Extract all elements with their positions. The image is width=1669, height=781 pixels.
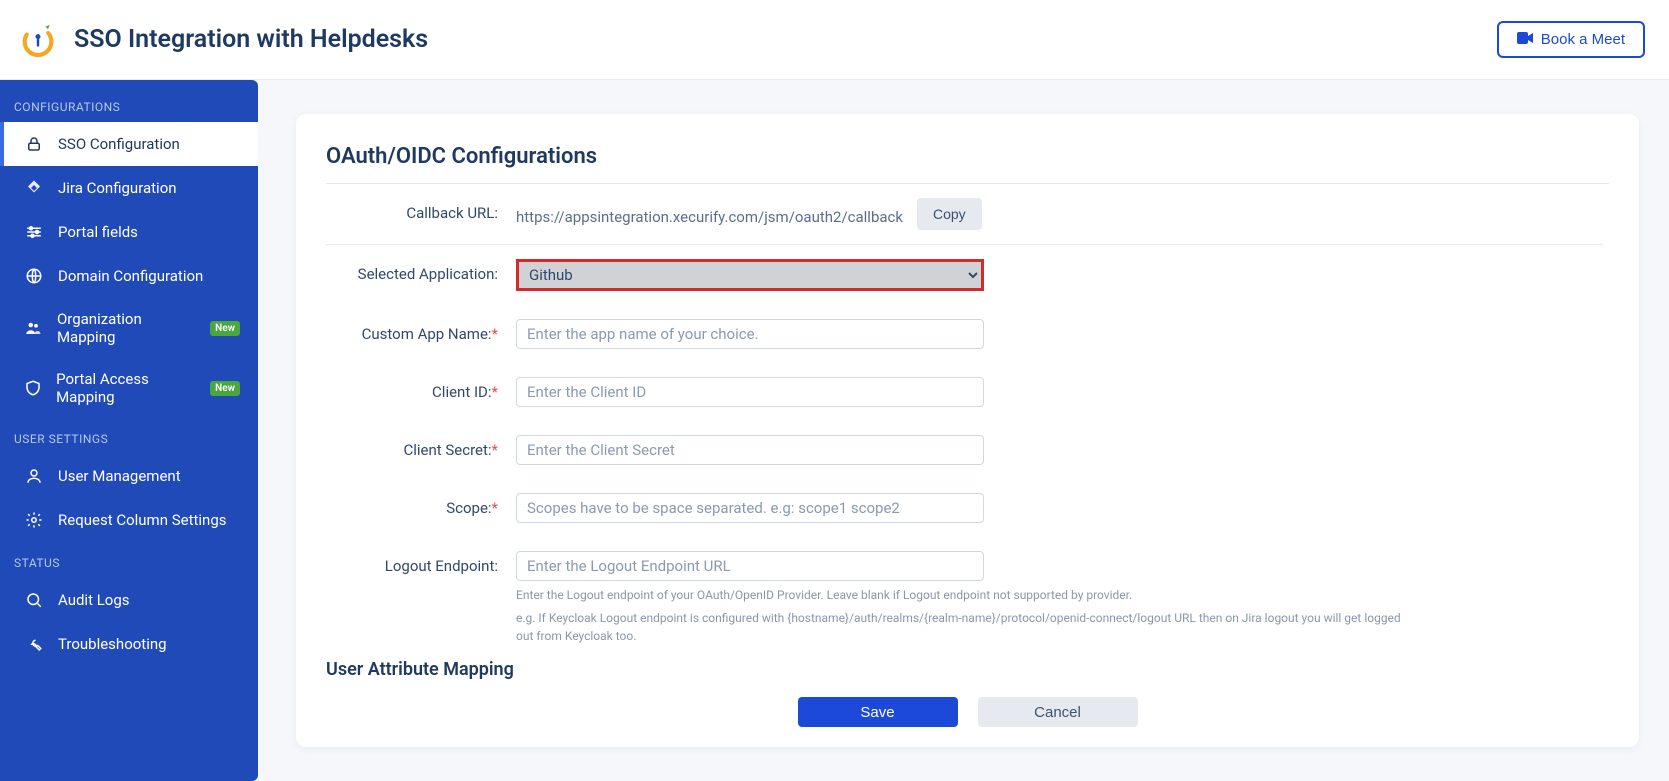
scope-label: Scope:* [326,493,516,517]
client-secret-label-text: Client Secret: [403,441,491,459]
client-secret-input[interactable] [516,435,984,465]
sidebar-item-label: SSO Configuration [58,135,180,153]
topbar: SSO Integration with Helpdesks Book a Me… [0,0,1669,80]
video-icon [1517,31,1533,48]
custom-name-label-text: Custom App Name: [362,325,492,343]
row-custom-name: Custom App Name:* [326,305,1603,363]
scope-input[interactable] [516,493,984,523]
book-meet-button[interactable]: Book a Meet [1497,21,1645,58]
sliders-icon [24,222,44,242]
section-configurations: CONFIGURATIONS [0,86,258,122]
row-callback: Callback URL: https://appsintegration.xe… [326,184,1603,245]
sidebar-item-label: User Management [58,467,181,485]
sidebar-item-org-mapping[interactable]: Organization Mapping New [0,298,258,358]
form-scroll[interactable]: Callback URL: https://appsintegration.xe… [326,184,1609,685]
sidebar-item-user-management[interactable]: User Management [0,454,258,498]
row-scope: Scope:* [326,479,1603,537]
sidebar: CONFIGURATIONS SSO Configuration Jira Co… [0,80,258,781]
client-id-label: Client ID:* [326,377,516,401]
sidebar-item-domain[interactable]: Domain Configuration [0,254,258,298]
card-title: OAuth/OIDC Configurations [326,144,1609,184]
brand: SSO Integration with Helpdesks [18,20,428,60]
users-icon [24,318,43,338]
sidebar-item-portal-fields[interactable]: Portal fields [0,210,258,254]
logout-help-2: e.g. If Keycloak Logout endpoint is conf… [516,604,1416,645]
callback-url: https://appsintegration.xecurify.com/jsm… [516,202,903,226]
sidebar-item-label: Portal Access Mapping [56,370,196,406]
sidebar-item-label: Audit Logs [58,591,130,609]
row-selected-app: Selected Application: Github [326,245,1603,305]
logout-endpoint-label: Logout Endpoint: [326,551,516,575]
selected-app-label: Selected Application: [326,259,516,283]
brand-logo-icon [18,20,58,60]
content: OAuth/OIDC Configurations Callback URL: … [258,80,1669,781]
sidebar-item-sso[interactable]: SSO Configuration [0,122,258,166]
sidebar-item-label: Domain Configuration [58,267,203,285]
globe-icon [24,266,44,286]
required-asterisk: * [492,383,498,401]
scope-label-text: Scope: [446,499,491,517]
logout-help-1: Enter the Logout endpoint of your OAuth/… [516,581,1132,604]
sidebar-item-audit-logs[interactable]: Audit Logs [0,578,258,622]
copy-button[interactable]: Copy [917,198,982,230]
new-badge: New [210,381,240,396]
sidebar-item-request-columns[interactable]: Request Column Settings [0,498,258,542]
user-attribute-mapping-heading: User Attribute Mapping [326,649,1603,680]
client-id-input[interactable] [516,377,984,407]
cancel-button[interactable]: Cancel [978,697,1138,727]
required-asterisk: * [492,325,498,343]
sidebar-item-label: Troubleshooting [58,635,167,653]
new-badge: New [210,321,240,336]
jira-icon [24,178,44,198]
app-title: SSO Integration with Helpdesks [74,25,428,54]
row-client-secret: Client Secret:* [326,421,1603,479]
client-secret-label: Client Secret:* [326,435,516,459]
wrench-icon [24,634,44,654]
custom-name-input[interactable] [516,319,984,349]
row-logout-endpoint: Logout Endpoint: Enter the Logout endpoi… [326,537,1603,649]
person-icon [24,466,44,486]
row-client-id: Client ID:* [326,363,1603,421]
sidebar-item-label: Portal fields [58,223,138,241]
search-icon [24,590,44,610]
save-button[interactable]: Save [798,697,958,727]
client-id-label-text: Client ID: [432,383,491,401]
section-user-settings: USER SETTINGS [0,418,258,454]
callback-label: Callback URL: [326,198,516,222]
lock-icon [24,134,44,154]
sidebar-item-portal-access[interactable]: Portal Access Mapping New [0,358,258,418]
sidebar-item-jira[interactable]: Jira Configuration [0,166,258,210]
sidebar-item-troubleshooting[interactable]: Troubleshooting [0,622,258,666]
gear-icon [24,510,44,530]
book-meet-label: Book a Meet [1541,31,1625,48]
required-asterisk: * [492,499,498,517]
sidebar-item-label: Request Column Settings [58,511,226,529]
shield-icon [24,378,42,398]
section-status: STATUS [0,542,258,578]
footer-actions: Save Cancel [326,685,1609,727]
selected-app-select[interactable]: Github [516,259,984,291]
required-asterisk: * [492,441,498,459]
sidebar-item-label: Organization Mapping [57,310,196,346]
custom-name-label: Custom App Name:* [326,319,516,343]
sidebar-item-label: Jira Configuration [58,179,177,197]
config-card: OAuth/OIDC Configurations Callback URL: … [296,114,1639,747]
logout-endpoint-input[interactable] [516,551,984,581]
